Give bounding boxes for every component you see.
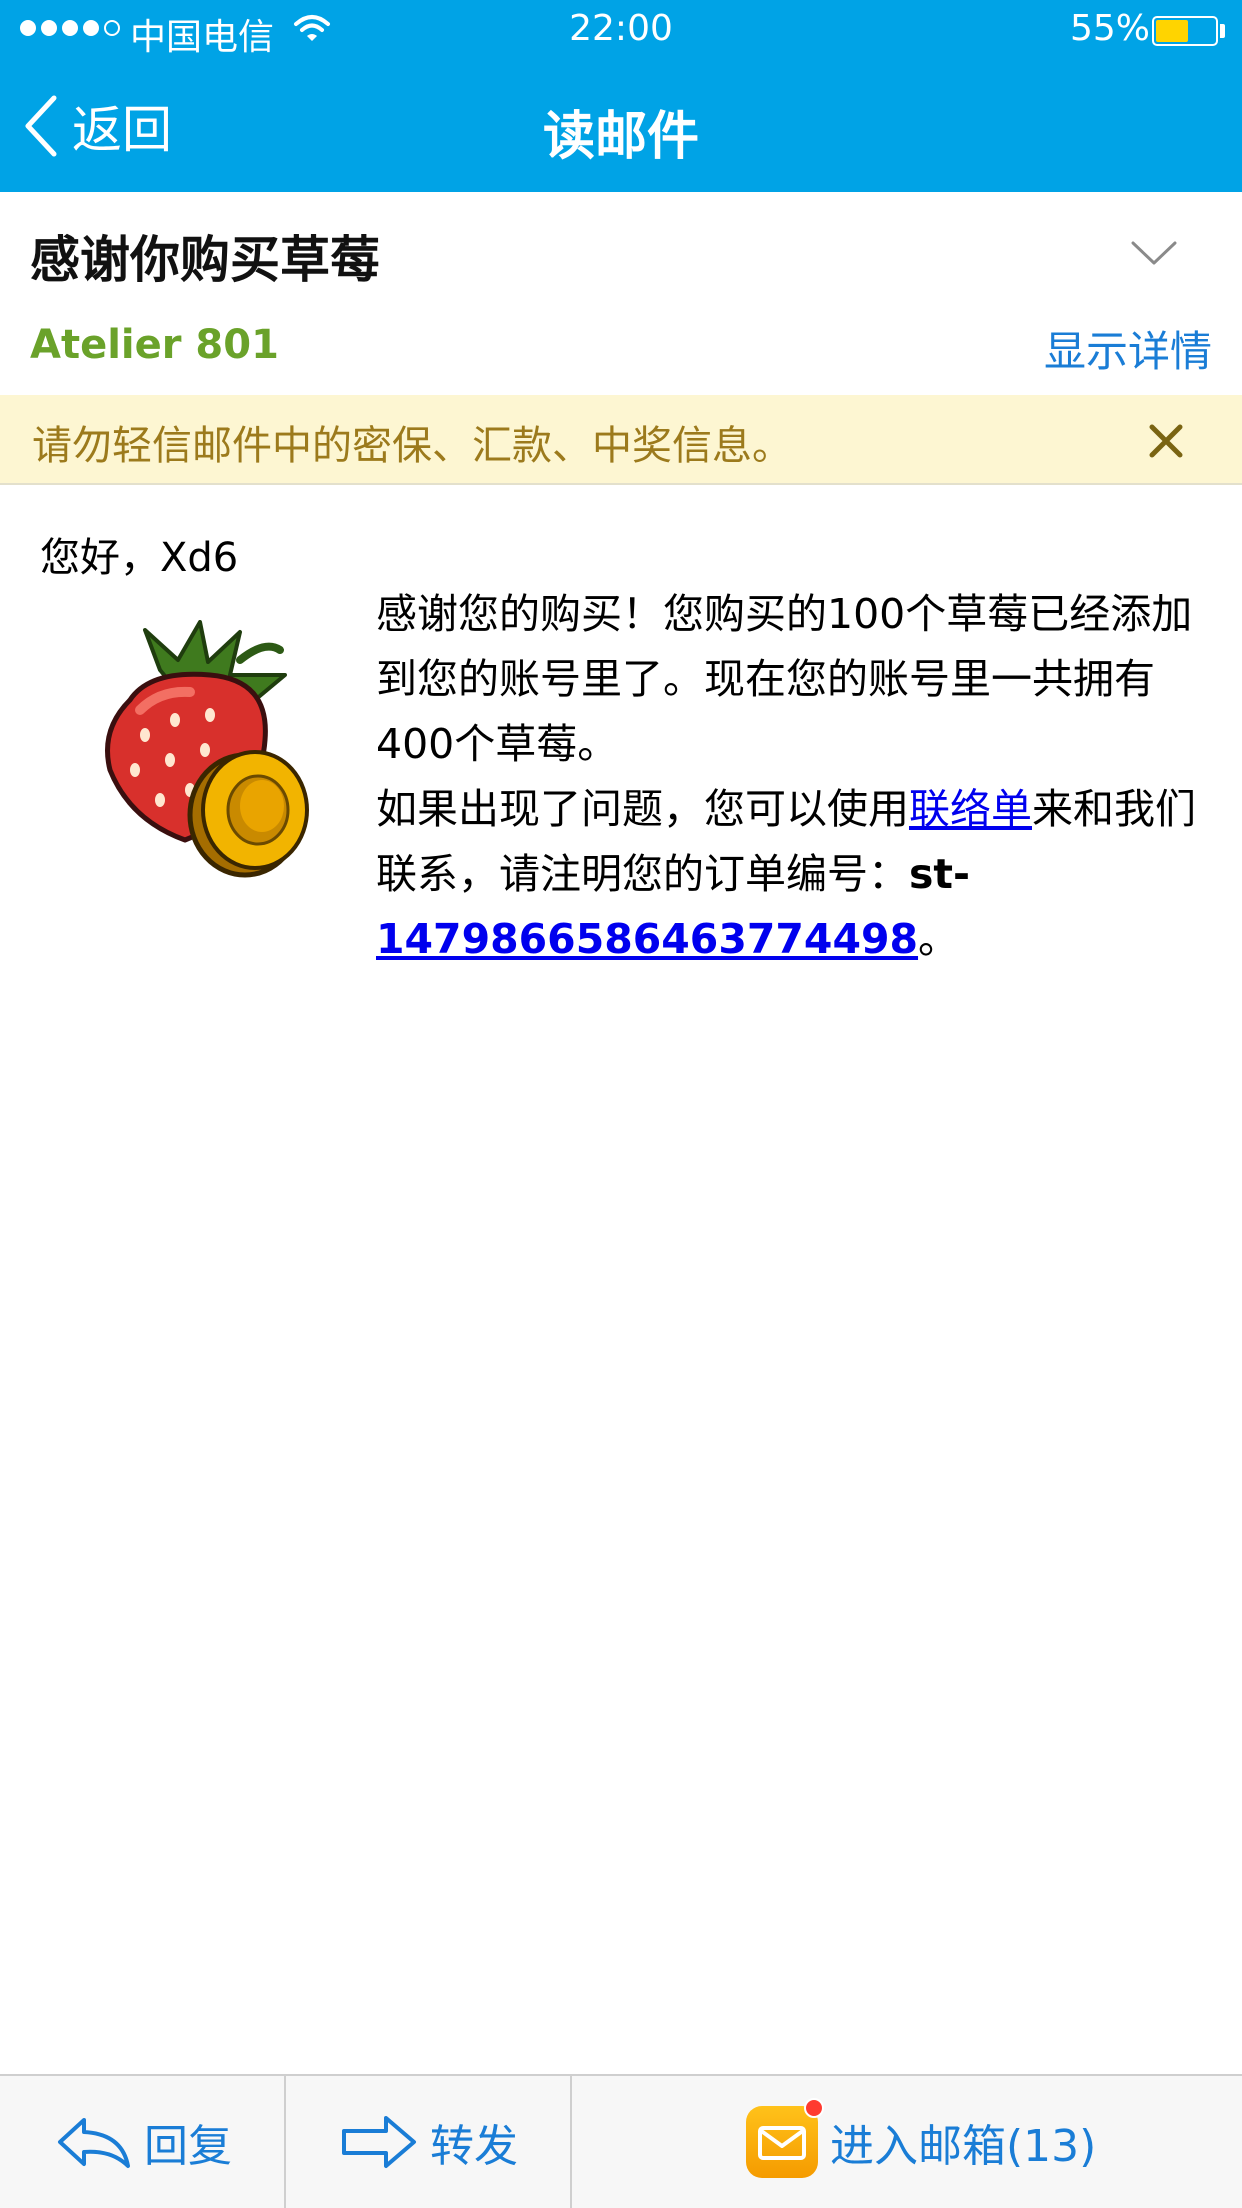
mail-subject: 感谢你购买草莓 xyxy=(30,231,380,289)
forward-arrow-icon xyxy=(342,2116,416,2168)
reply-arrow-icon xyxy=(58,2118,130,2168)
order-number-link[interactable]: 1479866586463774498 xyxy=(376,915,918,963)
status-bar: 中国电信 22:00 55% xyxy=(0,0,1242,60)
sender-name[interactable]: Atelier 801 xyxy=(30,322,279,368)
page-title: 读邮件 xyxy=(542,107,699,167)
mailbox-icon xyxy=(746,2098,824,2178)
mail-body-text: 感谢您的购买！您购买的100个草莓已经添加到您的账号里了。现在您的账号里一共拥有… xyxy=(376,582,1212,972)
warning-text: 请勿轻信邮件中的密保、汇款、中奖信息。 xyxy=(32,423,792,469)
status-time: 22:00 xyxy=(569,8,673,49)
forward-label: 转发 xyxy=(430,2121,518,2172)
close-icon[interactable] xyxy=(1146,421,1186,465)
security-warning-banner: 请勿轻信邮件中的密保、汇款、中奖信息。 xyxy=(0,395,1242,485)
battery-level xyxy=(1156,20,1188,42)
enter-inbox-label: 进入邮箱(13) xyxy=(830,2121,1097,2172)
body-paragraph-1: 感谢您的购买！您购买的100个草莓已经添加到您的账号里了。现在您的账号里一共拥有… xyxy=(376,590,1193,768)
toolbar-divider xyxy=(284,2076,286,2208)
bottom-toolbar: 回复 转发 进入邮箱(13) xyxy=(0,2074,1242,2208)
expand-chevron-icon[interactable] xyxy=(1130,238,1178,272)
body-paragraph-2: 如果出现了问题，您可以使用联络单来和我们联系，请注明您的订单编号：st- 1479… xyxy=(376,777,1212,972)
paragraph-2-text-start: 如果出现了问题，您可以使用 xyxy=(376,785,909,833)
reply-label: 回复 xyxy=(144,2121,232,2172)
unread-dot xyxy=(804,2098,824,2118)
contact-form-link[interactable]: 联络单 xyxy=(909,785,1032,833)
show-details-link[interactable]: 显示详情 xyxy=(1044,318,1212,379)
strawberry-coin-image xyxy=(90,620,320,880)
battery-nub xyxy=(1220,24,1225,38)
order-prefix: st- xyxy=(909,850,971,898)
greeting-text: 您好，Xd6 xyxy=(40,535,239,581)
battery-percentage: 55% xyxy=(1070,8,1151,49)
reply-button[interactable]: 回复 xyxy=(56,2076,232,2208)
forward-button[interactable]: 转发 xyxy=(340,2076,518,2208)
top-bar: 中国电信 22:00 55% 返回 读邮件 xyxy=(0,0,1242,192)
enter-inbox-button[interactable]: 进入邮箱(13) xyxy=(746,2076,1096,2208)
toolbar-divider xyxy=(570,2076,572,2208)
battery-icon xyxy=(1152,16,1218,46)
order-suffix: 。 xyxy=(918,915,960,963)
